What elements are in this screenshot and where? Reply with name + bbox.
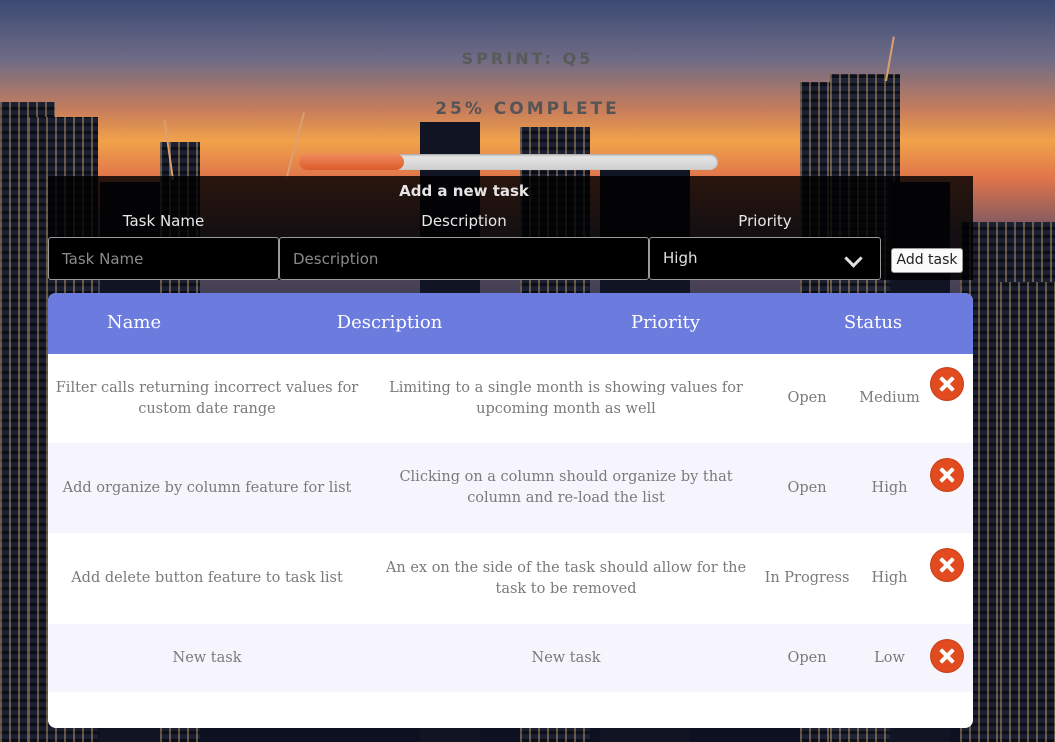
header-status[interactable]: Status — [788, 293, 958, 354]
chevron-down-icon — [844, 249, 863, 268]
form-title: Add a new task — [399, 182, 529, 200]
delete-task-icon[interactable] — [931, 368, 963, 400]
task-description: An ex on the side of the task should all… — [385, 559, 747, 597]
description-input[interactable] — [279, 237, 649, 280]
table-header: Name Description Priority Status — [48, 293, 973, 354]
add-task-button[interactable]: Add task — [891, 248, 963, 273]
task-status: Low — [874, 649, 905, 666]
table-row: Filter calls returning incorrect values … — [48, 354, 973, 443]
delete-task-icon[interactable] — [931, 640, 963, 672]
description-label: Description — [421, 212, 507, 230]
task-name-label: Task Name — [122, 212, 205, 230]
task-description: Clicking on a column should organize by … — [399, 469, 733, 506]
table-row: Add delete button feature to task list A… — [48, 533, 973, 624]
task-status: Medium — [859, 390, 920, 406]
sprint-title: SPRINT: Q5 — [461, 49, 594, 68]
task-table: Name Description Priority Status Filter … — [48, 293, 973, 728]
table-row: Add organize by column feature for list … — [48, 443, 973, 533]
priority-select[interactable]: High — [649, 237, 881, 280]
header-name[interactable]: Name — [48, 293, 220, 354]
task-status: High — [871, 570, 908, 586]
progress-label: 25% COMPLETE — [435, 99, 620, 119]
task-priority: Open — [787, 649, 827, 666]
add-task-form: Add a new task Task Name Description Pri… — [48, 176, 973, 280]
delete-task-icon[interactable] — [931, 459, 963, 491]
task-priority: Open — [787, 479, 827, 496]
task-name: Add organize by column feature for list — [62, 479, 352, 496]
progress-bar — [299, 154, 718, 170]
task-name: New task — [172, 649, 242, 666]
task-priority: Open — [787, 390, 827, 406]
task-name-input[interactable] — [48, 237, 279, 280]
task-description: New task — [531, 649, 601, 666]
header-description[interactable]: Description — [286, 293, 493, 354]
priority-selected-value: High — [663, 249, 698, 267]
progress-fill — [299, 154, 404, 170]
task-status: High — [871, 479, 908, 496]
task-name: Add delete button feature to task list — [71, 570, 343, 586]
delete-task-icon[interactable] — [931, 549, 963, 581]
task-priority: In Progress — [764, 570, 850, 586]
priority-label: Priority — [738, 212, 792, 230]
header-priority[interactable]: Priority — [578, 293, 753, 354]
table-row: New task New task Open Low — [48, 624, 973, 692]
task-description: Limiting to a single month is showing va… — [389, 379, 743, 417]
task-name: Filter calls returning incorrect values … — [55, 379, 359, 417]
